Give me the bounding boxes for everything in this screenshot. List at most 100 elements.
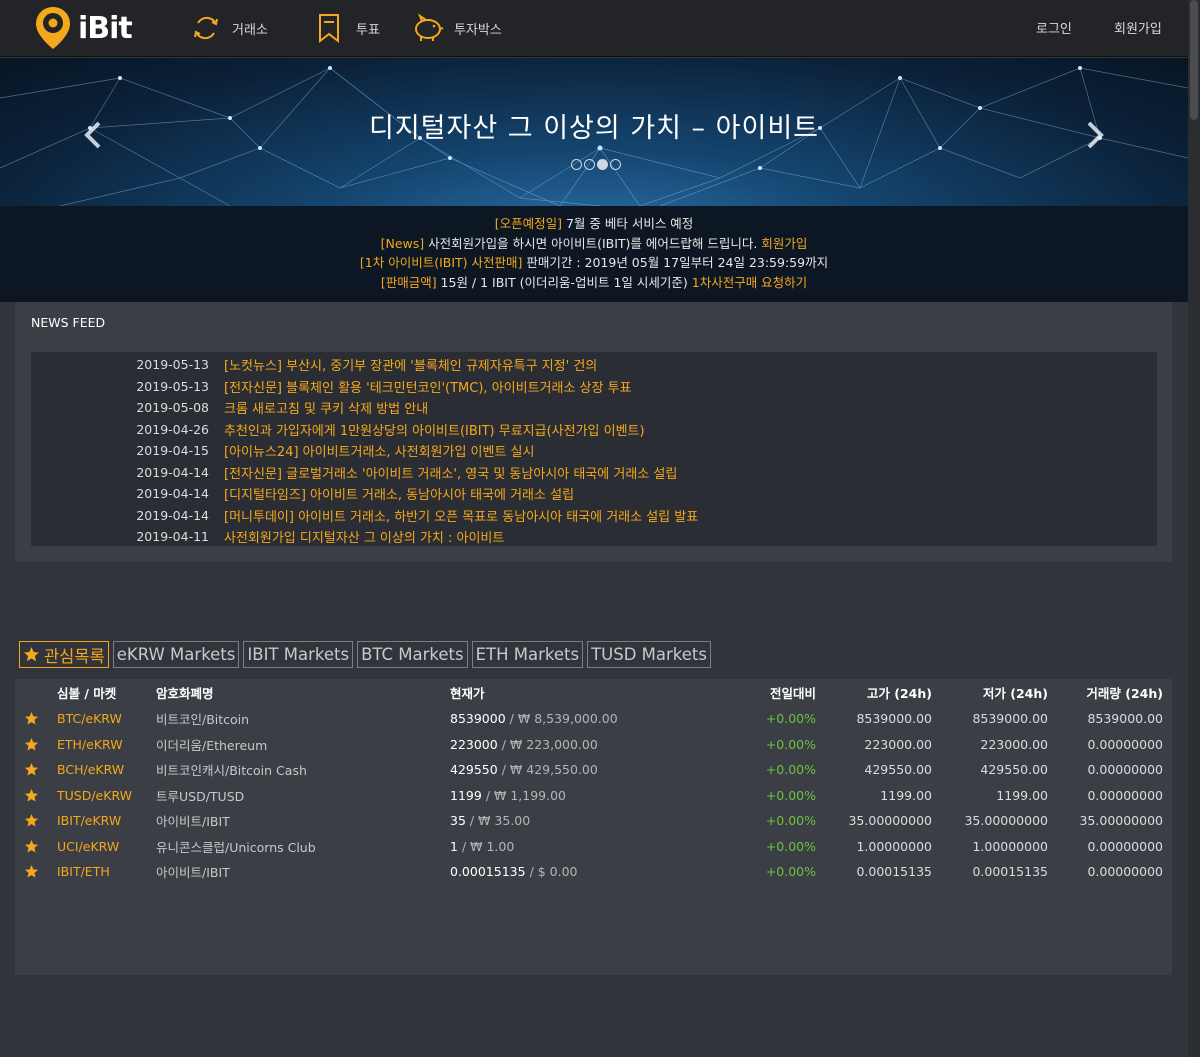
news-headline-link[interactable]: [디지털타임즈] 아이비트 거래소, 동남아시아 태국에 거래소 설립 <box>224 484 574 503</box>
tab-ekrw-markets[interactable]: eKRW Markets <box>112 641 240 668</box>
low-24h: 35.00000000 <box>964 813 1048 828</box>
notice-text: 15원 / 1 IBIT (이더리움-업비트 1일 시세기준) <box>436 274 692 290</box>
current-price: 429550 <box>450 762 498 777</box>
table-row[interactable]: IBIT/ETH 아이비트/IBIT 0.00015135/ $ 0.00 +0.00… <box>15 859 1172 884</box>
favorite-star-icon[interactable] <box>24 813 39 828</box>
high-24h: 0.00015135 <box>856 864 932 879</box>
tab-eth-markets[interactable]: ETH Markets <box>471 641 584 668</box>
news-date: 2019-04-14 <box>136 507 209 523</box>
next-slide-arrow-icon[interactable] <box>1084 120 1106 150</box>
nav-investbox-label: 투자박스 <box>454 22 502 38</box>
market-symbol[interactable]: IBIT/eKRW <box>57 808 121 833</box>
table-row[interactable]: IBIT/eKRW 아이비트/IBIT 35/ ₩ 35.00 +0.00% 35.00… <box>15 808 1172 833</box>
market-symbol[interactable]: BCH/eKRW <box>57 757 124 782</box>
notice-tag: [News] <box>380 235 425 251</box>
page-scrollbar[interactable] <box>1188 0 1200 1057</box>
tab-watchlist[interactable]: 관심목록 <box>19 641 109 668</box>
notice-text: 7월 중 베타 서비스 예정 <box>561 216 694 231</box>
login-link[interactable]: 로그인 <box>1036 18 1072 37</box>
news-headline-link[interactable]: [전자신문] 글로벌거래소 '아이비트 거래소', 영국 및 동남아시아 태국에… <box>224 463 677 482</box>
daily-change: +0.00% <box>765 864 816 879</box>
favorite-star-icon[interactable] <box>24 762 39 777</box>
news-headline-link[interactable]: [전자신문] 블록체인 활용 '테크민턴코인'(TMC), 아이비트거래소 상장… <box>224 377 632 396</box>
volume-24h: 0.00000000 <box>1087 736 1163 752</box>
table-row[interactable]: ETH/eKRW 이더리움/Ethereum 223000/ ₩ 223,000.0… <box>15 732 1172 757</box>
table-row[interactable]: UCI/eKRW 유니콘스클럽/Unicorns Club 1/ ₩ 1.00 +0.… <box>15 834 1172 859</box>
nav-exchange[interactable]: 거래소 <box>190 8 268 48</box>
news-headline-link[interactable]: 추천인과 가입자에게 1만원상당의 아이비트(IBIT) 무료지급(사전가입 이… <box>224 420 645 439</box>
coin-name: 유니콘스클럽/Unicorns Club <box>156 839 316 855</box>
tab-ibit-markets[interactable]: IBIT Markets <box>243 641 354 668</box>
news-item: 2019-04-14 [디지털타임즈] 아이비트 거래소, 동남아시아 태국에 거… <box>31 483 1157 505</box>
low-24h: 1.00000000 <box>972 838 1048 854</box>
col-volume[interactable]: 거래량 (24h) <box>1055 679 1163 705</box>
ibit-logo[interactable]: iBit <box>34 5 133 51</box>
low-24h: 0.00015135 <box>972 864 1048 879</box>
news-headline-link[interactable]: [아이뉴스24] 아이비트거래소, 사전회원가입 이벤트 실시 <box>224 441 534 460</box>
volume-24h: 0.00000000 <box>1087 787 1163 803</box>
current-price-cell: 1199/ ₩ 1,199.00 <box>450 783 566 808</box>
nav-vote[interactable]: 투표 <box>314 8 380 48</box>
favorite-star-icon[interactable] <box>24 864 39 879</box>
current-price: 223000 <box>450 736 498 752</box>
col-high[interactable]: 고가 (24h) <box>832 679 932 705</box>
price-fiat: / ₩ 223,000.00 <box>501 736 598 752</box>
star-icon <box>24 647 39 662</box>
slide-dot-1[interactable] <box>571 159 582 170</box>
scrollbar-thumb[interactable] <box>1190 0 1198 120</box>
table-row[interactable]: TUSD/eKRW 트루USD/TUSD 1199/ ₩ 1,199.00 +0.00… <box>15 783 1172 808</box>
slide-dot-4[interactable] <box>610 159 621 170</box>
price-fiat: / ₩ 8,539,000.00 <box>509 711 618 726</box>
coin-name: 아이비트/IBIT <box>156 814 230 829</box>
favorite-star-icon[interactable] <box>24 788 39 803</box>
logo-pin-icon <box>36 7 70 49</box>
signup-link[interactable]: 회원가입 <box>1114 18 1162 37</box>
news-date: 2019-04-11 <box>136 529 209 545</box>
market-symbol[interactable]: TUSD/eKRW <box>57 783 132 808</box>
news-item: 2019-05-13 [전자신문] 블록체인 활용 '테크민턴코인'(TMC), … <box>31 376 1157 398</box>
market-symbol[interactable]: UCI/eKRW <box>57 834 119 859</box>
daily-change: +0.00% <box>765 762 816 777</box>
tab-btc-markets[interactable]: BTC Markets <box>357 641 468 668</box>
favorite-star-icon[interactable] <box>24 737 39 752</box>
table-row[interactable]: BTC/eKRW 비트코인/Bitcoin 8539000/ ₩ 8,539,000… <box>15 706 1172 731</box>
prev-slide-arrow-icon[interactable] <box>82 120 104 150</box>
notice-signup-link[interactable]: 회원가입 <box>761 236 807 251</box>
news-item: 2019-05-08 크롬 새로고침 및 쿠키 삭제 방법 안내 <box>31 397 1157 419</box>
high-24h: 8539000.00 <box>856 711 932 726</box>
favorite-star-icon[interactable] <box>24 839 39 854</box>
daily-change: +0.00% <box>765 838 816 854</box>
tab-label: TUSD Markets <box>591 645 707 664</box>
news-headline-link[interactable]: 사전회원가입 디지털자산 그 이상의 가치 : 아이비트 <box>224 527 504 546</box>
slide-dot-2[interactable] <box>584 159 595 170</box>
col-change[interactable]: 전일대비 <box>715 679 816 705</box>
high-24h: 223000.00 <box>864 736 932 752</box>
daily-change: +0.00% <box>765 787 816 803</box>
news-headline-link[interactable]: 크롬 새로고침 및 쿠키 삭제 방법 안내 <box>224 398 428 417</box>
news-date: 2019-04-14 <box>136 486 209 502</box>
news-headline-link[interactable]: [노컷뉴스] 부산시, 중기부 장관에 '블록체인 규제자유특구 지정' 건의 <box>224 355 597 374</box>
news-date: 2019-04-14 <box>136 464 209 480</box>
news-headline-link[interactable]: [머니투데이] 아이비트 거래소, 하반기 오픈 목표로 동남아시아 태국에 거… <box>224 506 698 525</box>
market-symbol[interactable]: IBIT/ETH <box>57 859 110 884</box>
col-price[interactable]: 현재가 <box>450 679 485 705</box>
notice-tag: [1차 아이비트(IBIT) 사전판매] <box>359 255 523 270</box>
news-item: 2019-04-14 [전자신문] 글로벌거래소 '아이비트 거래소', 영국 및… <box>31 462 1157 484</box>
nav-investbox[interactable]: 투자박스 <box>412 8 502 48</box>
current-price-cell: 35/ ₩ 35.00 <box>450 808 530 833</box>
coin-name: 아이비트/IBIT <box>156 865 230 880</box>
tab-tusd-markets[interactable]: TUSD Markets <box>587 641 711 668</box>
notice-line: [1차 아이비트(IBIT) 사전판매] 판매기간 : 2019년 05월 17… <box>0 253 1188 273</box>
table-row[interactable]: BCH/eKRW 비트코인캐시/Bitcoin Cash 429550/ ₩ 429… <box>15 757 1172 782</box>
market-symbol[interactable]: ETH/eKRW <box>57 732 123 757</box>
presale-request-link[interactable]: 1차사전구매 요청하기 <box>692 275 807 290</box>
slide-dot-3[interactable] <box>597 159 608 170</box>
col-low[interactable]: 저가 (24h) <box>948 679 1048 705</box>
market-table: 심볼 / 마켓 암호화폐명 현재가 전일대비 고가 (24h) 저가 (24h)… <box>15 679 1172 975</box>
low-24h: 8539000.00 <box>972 711 1048 726</box>
market-symbol[interactable]: BTC/eKRW <box>57 706 122 731</box>
nav-exchange-label: 거래소 <box>232 22 268 38</box>
col-coin-name[interactable]: 암호화폐명 <box>156 679 214 705</box>
favorite-star-icon[interactable] <box>24 711 39 726</box>
col-symbol[interactable]: 심볼 / 마켓 <box>57 679 116 705</box>
